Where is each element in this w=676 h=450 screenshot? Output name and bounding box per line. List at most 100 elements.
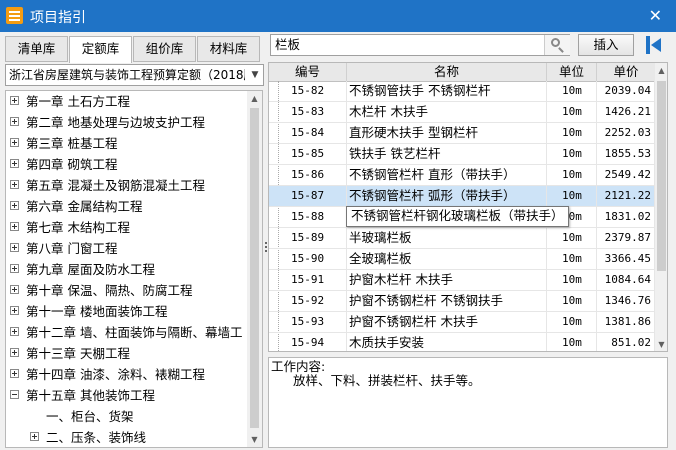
row-code: 15-88 — [289, 207, 347, 227]
work-content-text: 放样、下料、拼装栏杆、扶手等。 — [293, 373, 481, 388]
expand-plus-icon[interactable] — [10, 348, 19, 357]
title-bar: 项目指引 ✕ — [0, 0, 676, 32]
grid-scroll-thumb[interactable] — [657, 81, 666, 271]
tab-material-library[interactable]: 材料库 — [197, 36, 260, 62]
table-row[interactable]: 15-93 护窗不锈钢栏杆 木扶手 10m 1381.86 — [269, 312, 655, 333]
close-icon[interactable]: ✕ — [649, 6, 662, 25]
header-price[interactable]: 单价 — [597, 63, 655, 81]
quota-library-select[interactable]: 浙江省房屋建筑与装饰工程预算定额（2018版 ▼ — [5, 64, 264, 86]
row-name: 木栏杆 木扶手 — [347, 102, 547, 122]
tree-item-label: 第十五章 其他装饰工程 — [26, 388, 155, 403]
header-code[interactable]: 编号 — [269, 63, 347, 81]
table-row[interactable]: 15-94 木质扶手安装 10m 851.02 — [269, 333, 655, 351]
app-logo-icon — [6, 7, 23, 24]
library-tabs: 清单库 定额库 组价库 材料库 — [5, 36, 263, 63]
collapse-minus-icon[interactable] — [10, 390, 19, 399]
row-price: 1426.21 — [597, 102, 655, 122]
row-price: 1084.64 — [597, 270, 655, 290]
tab-bill-library[interactable]: 清单库 — [5, 36, 68, 62]
header-name[interactable]: 名称 — [347, 63, 547, 81]
search-input[interactable]: 栏板 — [270, 34, 570, 56]
row-unit: 10m — [547, 270, 597, 290]
row-name: 不锈钢管栏杆 直形（带扶手） — [347, 165, 547, 185]
expand-plus-icon[interactable] — [10, 306, 19, 315]
work-content-label: 工作内容: — [271, 359, 326, 374]
tree-item-label: 一、柜台、货架 — [46, 409, 134, 424]
expand-plus-icon[interactable] — [30, 432, 39, 441]
table-row[interactable]: 15-82 不锈钢管扶手 不锈钢栏杆 10m 2039.04 — [269, 81, 655, 102]
row-unit: 10m — [547, 291, 597, 311]
scroll-up-icon[interactable]: ▲ — [654, 63, 667, 78]
row-unit: 10m — [547, 81, 597, 101]
expand-plus-icon[interactable] — [10, 243, 19, 252]
table-row[interactable]: 15-90 全玻璃栏板 10m 3366.45 — [269, 249, 655, 270]
tree-item-label: 第二章 地基处理与边坡支护工程 — [26, 115, 205, 130]
row-code: 15-84 — [289, 123, 347, 143]
insert-button[interactable]: 插入 — [578, 34, 634, 56]
row-code: 15-90 — [289, 249, 347, 269]
expand-plus-icon[interactable] — [10, 117, 19, 126]
work-content-panel: 工作内容: 放样、下料、拼装栏杆、扶手等。 — [268, 357, 668, 448]
tree-item-label: 第六章 金属结构工程 — [26, 199, 143, 214]
tree-item-label: 第七章 木结构工程 — [26, 220, 130, 235]
tree-item-label: 第十章 保温、隔热、防腐工程 — [26, 283, 193, 298]
expand-plus-icon[interactable] — [10, 369, 19, 378]
scroll-up-icon[interactable]: ▲ — [247, 91, 262, 106]
row-unit: 10m — [547, 165, 597, 185]
table-row[interactable]: 15-84 直形硬木扶手 型钢栏杆 10m 2252.03 — [269, 123, 655, 144]
tree-scrollbar[interactable]: ▲ ▼ — [247, 91, 262, 447]
chevron-down-icon[interactable]: ▼ — [247, 65, 263, 85]
expand-plus-icon[interactable] — [10, 180, 19, 189]
table-row[interactable]: 15-83 木栏杆 木扶手 10m 1426.21 — [269, 102, 655, 123]
expand-plus-icon[interactable] — [10, 201, 19, 210]
row-name: 全玻璃栏板 — [347, 249, 547, 269]
row-code: 15-82 — [289, 81, 347, 101]
row-code: 15-86 — [289, 165, 347, 185]
tree-item-label: 第三章 桩基工程 — [26, 136, 118, 151]
row-name: 护窗不锈钢栏杆 木扶手 — [347, 312, 547, 332]
row-price: 2039.04 — [597, 81, 655, 101]
row-code: 15-92 — [289, 291, 347, 311]
row-name: 直形硬木扶手 型钢栏杆 — [347, 123, 547, 143]
dock-panel-icon[interactable] — [644, 34, 666, 56]
expand-plus-icon[interactable] — [10, 264, 19, 273]
tab-quota-library[interactable]: 定额库 — [69, 36, 132, 63]
expand-plus-icon[interactable] — [10, 159, 19, 168]
table-row[interactable]: 15-91 护窗木栏杆 木扶手 10m 1084.64 — [269, 270, 655, 291]
expand-plus-icon[interactable] — [10, 285, 19, 294]
expand-plus-icon[interactable] — [10, 327, 19, 336]
name-tooltip: 不锈钢管栏杆钢化玻璃栏板（带扶手） — [346, 206, 569, 227]
row-unit: 10m — [547, 228, 597, 248]
row-name: 木质扶手安装 — [347, 333, 547, 351]
tree-item-label: 第十四章 油漆、涂料、裱糊工程 — [26, 367, 205, 382]
row-code: 15-93 — [289, 312, 347, 332]
tree-item-label: 第四章 砌筑工程 — [26, 157, 118, 172]
quota-library-value: 浙江省房屋建筑与装饰工程预算定额（2018版 — [9, 68, 245, 82]
table-row[interactable]: 15-92 护窗不锈钢栏杆 不锈钢扶手 10m 1346.76 — [269, 291, 655, 312]
row-price: 2549.42 — [597, 165, 655, 185]
chapter-tree: 第一章 土石方工程 第二章 地基处理与边坡支护工程 第三章 桩基工程 第四章 砌筑工程… — [5, 90, 263, 448]
grid-scrollbar[interactable]: ▲ ▼ — [654, 63, 667, 351]
scroll-down-icon[interactable]: ▼ — [247, 432, 262, 447]
tree-item-label: 二、压条、装饰线 — [46, 430, 147, 445]
expand-plus-icon[interactable] — [10, 96, 19, 105]
row-unit: 10m — [547, 312, 597, 332]
tree-scroll-thumb[interactable] — [250, 108, 259, 428]
window-title: 项目指引 — [30, 10, 86, 26]
row-price: 2252.03 — [597, 123, 655, 143]
table-row[interactable]: 15-85 铁扶手 铁艺栏杆 10m 1855.53 — [269, 144, 655, 165]
tab-pricing-library[interactable]: 组价库 — [133, 36, 196, 62]
expand-plus-icon[interactable] — [10, 138, 19, 147]
row-price: 1831.02 — [597, 207, 655, 227]
row-code: 15-91 — [289, 270, 347, 290]
header-unit[interactable]: 单位 — [547, 63, 597, 81]
table-row[interactable]: 15-89 半玻璃栏板 10m 2379.87 — [269, 228, 655, 249]
search-icon[interactable] — [544, 35, 570, 55]
table-row[interactable]: 15-87 不锈钢管栏杆 弧形（带扶手） 10m 2121.22 — [269, 186, 655, 207]
expand-plus-icon[interactable] — [10, 222, 19, 231]
row-unit: 10m — [547, 333, 597, 351]
scroll-down-icon[interactable]: ▼ — [654, 337, 667, 351]
row-unit: 10m — [547, 123, 597, 143]
row-name: 铁扶手 铁艺栏杆 — [347, 144, 547, 164]
table-row[interactable]: 15-86 不锈钢管栏杆 直形（带扶手） 10m 2549.42 — [269, 165, 655, 186]
